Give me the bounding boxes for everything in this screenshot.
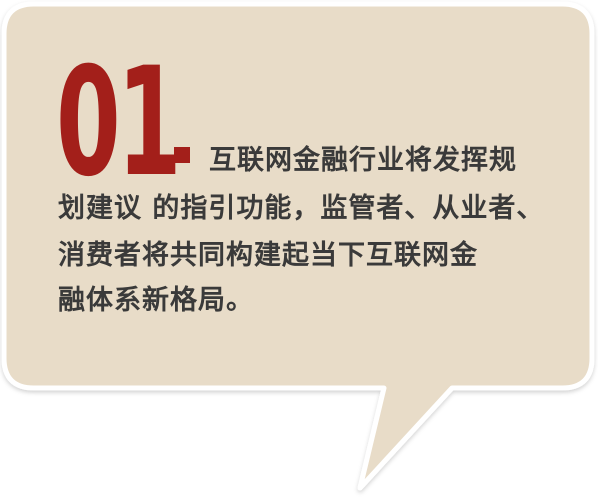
section-number: 01 [56, 36, 182, 210]
body-line-3: 消费者将共同构建起当下互联网金 [58, 240, 478, 271]
body-line-2: 划建议 的指引功能，监管者、从业者、 [58, 193, 545, 224]
number-dot [174, 147, 190, 163]
body-line-1: 互联网金融行业将发挥规 [209, 145, 517, 176]
body-line-4: 融体系新格局。 [58, 285, 254, 316]
